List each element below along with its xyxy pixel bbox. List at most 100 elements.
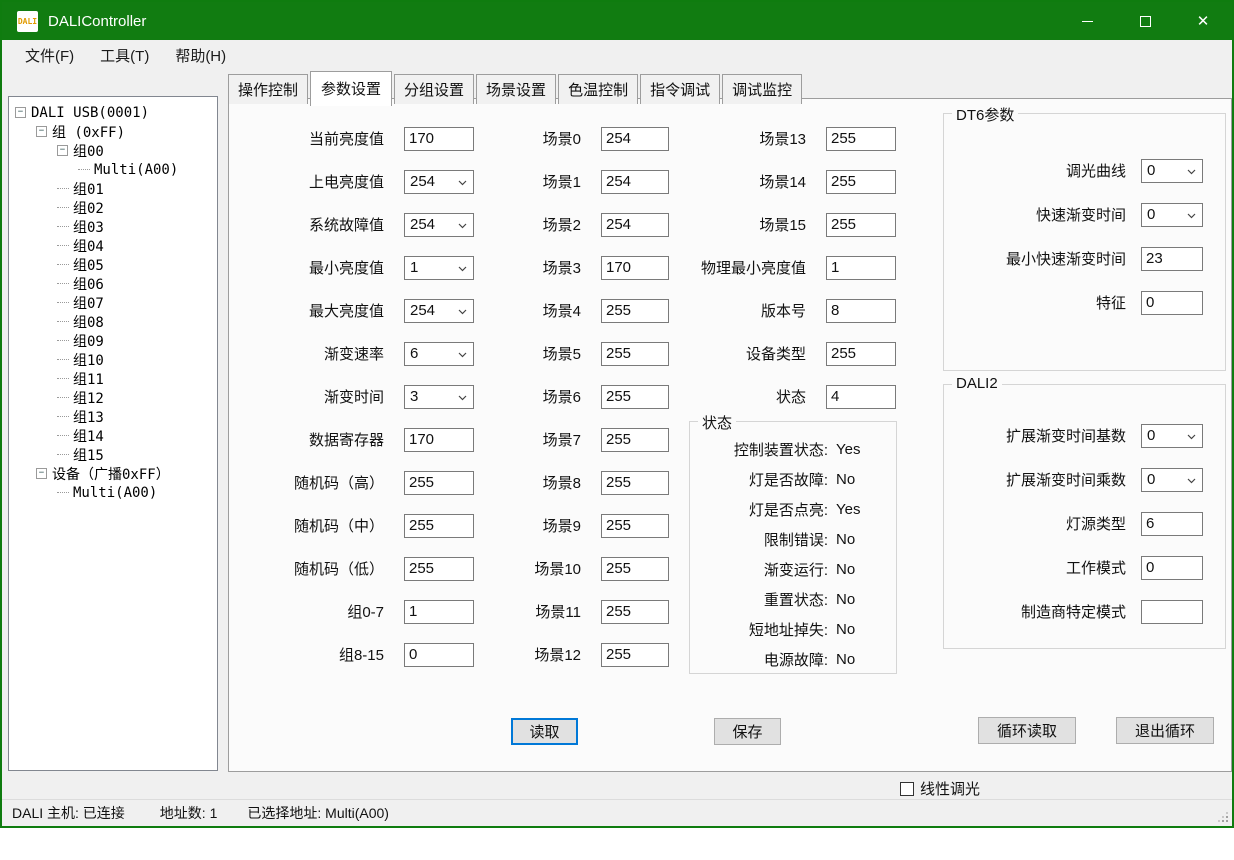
save-button[interactable]: 保存 [714, 718, 781, 745]
tree-item[interactable]: Multi(A00) [9, 160, 217, 179]
field-row: 场景8 [459, 470, 669, 495]
field-input[interactable] [826, 170, 896, 194]
tree-expander-icon[interactable]: − [57, 145, 68, 156]
field-row: 工作模式 [952, 555, 1203, 580]
tree-item-label: 组08 [73, 312, 104, 332]
tree-expander-icon[interactable]: − [15, 107, 26, 118]
dt6-rows: 调光曲线0快速渐变时间0最小快速渐变时间特征 [952, 158, 1203, 315]
combo-value: 0 [1147, 471, 1155, 488]
field-input[interactable] [826, 127, 896, 151]
status-groupbox: 状态 控制装置状态:Yes灯是否故障:No灯是否点亮:Yes限制错误:No渐变运… [689, 421, 897, 674]
field-row: 数据寄存器 [237, 427, 474, 452]
tab-4[interactable]: 色温控制 [558, 74, 638, 104]
tree-item[interactable]: −组00 [9, 141, 217, 160]
field-input[interactable] [826, 213, 896, 237]
tree-item[interactable]: −DALI USB(0001) [9, 103, 217, 122]
status-value: Yes [836, 501, 886, 518]
tree-item[interactable]: 组03 [9, 217, 217, 236]
menu-item-1[interactable]: 工具(T) [87, 41, 162, 70]
field-label: 场景5 [459, 343, 581, 364]
tab-0[interactable]: 操作控制 [228, 74, 308, 104]
tree-item[interactable]: 组13 [9, 407, 217, 426]
field-input[interactable] [601, 385, 669, 409]
field-row: 最小亮度值1 [237, 255, 474, 280]
tree-item[interactable]: 组04 [9, 236, 217, 255]
tab-6[interactable]: 调试监控 [722, 74, 802, 104]
tree-item[interactable]: 组11 [9, 369, 217, 388]
tree-item[interactable]: 组10 [9, 350, 217, 369]
field-row: 渐变速率6 [237, 341, 474, 366]
tree-item[interactable]: 组05 [9, 255, 217, 274]
tree-item[interactable]: −组 (0xFF) [9, 122, 217, 141]
tree-item[interactable]: 组12 [9, 388, 217, 407]
tree-item[interactable]: 组02 [9, 198, 217, 217]
app-icon: DALI [17, 11, 38, 32]
tab-1[interactable]: 参数设置 [310, 71, 392, 106]
status-row: 控制装置状态:Yes [698, 439, 886, 459]
field-input[interactable] [1141, 600, 1203, 624]
field-input[interactable] [1141, 556, 1203, 580]
minimize-button[interactable] [1058, 2, 1116, 40]
field-input[interactable] [601, 428, 669, 452]
resize-grip[interactable] [1218, 812, 1228, 822]
status-value: No [836, 621, 886, 638]
combo-value: 0 [1147, 162, 1155, 179]
field-input[interactable] [601, 557, 669, 581]
tree-expander-icon[interactable]: − [36, 126, 47, 137]
read-button[interactable]: 读取 [511, 718, 578, 745]
tree-expander-icon[interactable]: − [36, 468, 47, 479]
tree-item-label: 组05 [73, 255, 104, 275]
loop-read-button[interactable]: 循环读取 [978, 717, 1076, 744]
tab-5[interactable]: 指令调试 [640, 74, 720, 104]
field-input[interactable] [1141, 512, 1203, 536]
menu-item-2[interactable]: 帮助(H) [162, 41, 239, 70]
tab-3[interactable]: 场景设置 [476, 74, 556, 104]
tree-connector-icon [57, 188, 69, 189]
field-input[interactable] [601, 514, 669, 538]
field-input[interactable] [601, 170, 669, 194]
tab-2[interactable]: 分组设置 [394, 74, 474, 104]
field-input[interactable] [826, 256, 896, 280]
field-input[interactable] [601, 342, 669, 366]
exit-loop-button[interactable]: 退出循环 [1116, 717, 1214, 744]
tree-item[interactable]: 组15 [9, 445, 217, 464]
linear-dimming-checkbox[interactable]: 线性调光 [900, 778, 980, 799]
field-combo[interactable]: 0 [1141, 468, 1203, 492]
field-label: 当前亮度值 [237, 128, 384, 149]
tree-item[interactable]: 组07 [9, 293, 217, 312]
tree-item[interactable]: Multi(A00) [9, 483, 217, 502]
tree-item[interactable]: 组06 [9, 274, 217, 293]
field-input[interactable] [601, 600, 669, 624]
field-label: 快速渐变时间 [952, 204, 1126, 225]
status-value: No [836, 531, 886, 548]
field-input[interactable] [1141, 291, 1203, 315]
field-label: 状态 [684, 386, 806, 407]
field-input[interactable] [826, 299, 896, 323]
status-row: 短地址掉失:No [698, 619, 886, 639]
field-input[interactable] [601, 299, 669, 323]
field-row: 当前亮度值 [237, 126, 474, 151]
maximize-button[interactable] [1116, 2, 1174, 40]
field-input[interactable] [601, 127, 669, 151]
field-input[interactable] [601, 213, 669, 237]
close-button[interactable]: ✕ [1174, 2, 1232, 40]
field-row: 扩展渐变时间基数0 [952, 423, 1203, 448]
close-icon: ✕ [1197, 14, 1210, 29]
field-input[interactable] [826, 385, 896, 409]
field-input[interactable] [826, 342, 896, 366]
tree-item-label: 设备（广播0xFF） [52, 464, 170, 484]
field-input[interactable] [1141, 247, 1203, 271]
tree-item[interactable]: 组01 [9, 179, 217, 198]
field-combo[interactable]: 0 [1141, 424, 1203, 448]
tree-item[interactable]: 组08 [9, 312, 217, 331]
field-input[interactable] [601, 643, 669, 667]
tree-item[interactable]: 组14 [9, 426, 217, 445]
field-input[interactable] [601, 471, 669, 495]
field-combo[interactable]: 0 [1141, 203, 1203, 227]
tree-item[interactable]: −设备（广播0xFF） [9, 464, 217, 483]
field-combo[interactable]: 0 [1141, 159, 1203, 183]
field-input[interactable] [601, 256, 669, 280]
combo-value: 0 [1147, 206, 1155, 223]
tree-item[interactable]: 组09 [9, 331, 217, 350]
menu-item-0[interactable]: 文件(F) [12, 41, 87, 70]
